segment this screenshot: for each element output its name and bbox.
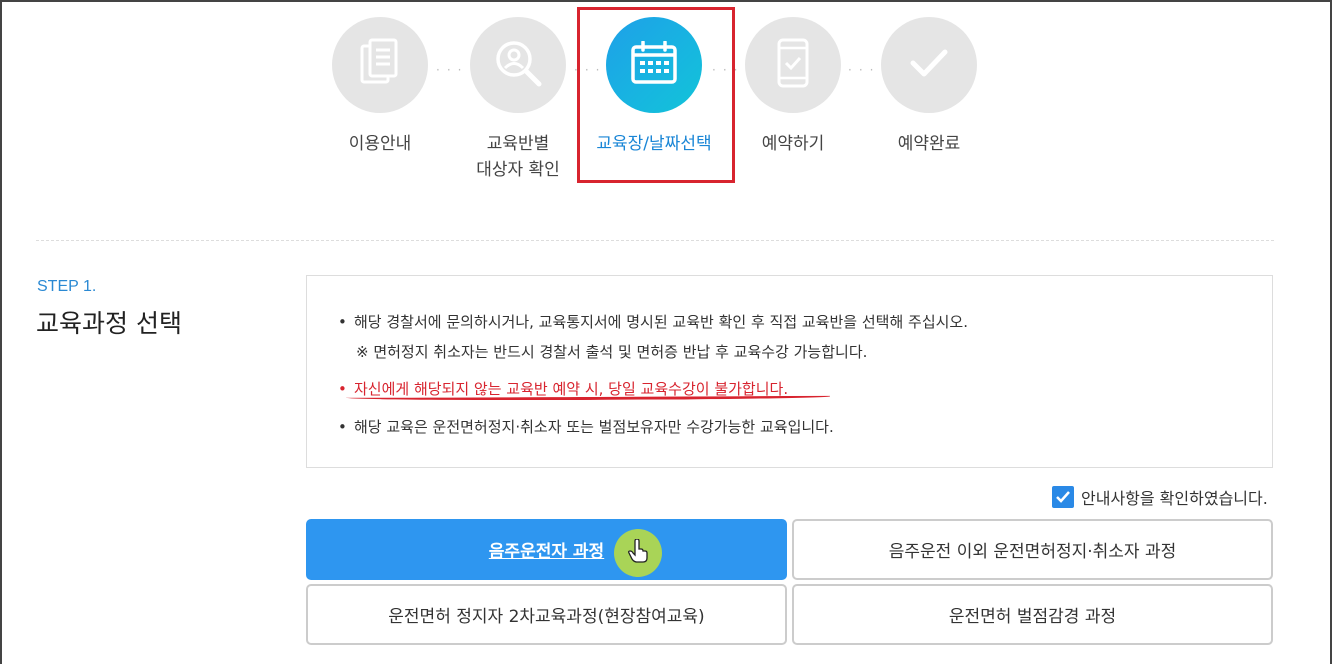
step-reservation[interactable]: 예약하기 [745, 17, 841, 154]
step-number: STEP 1. [37, 278, 97, 295]
step-label: 예약완료 [897, 134, 961, 154]
step-circle [881, 17, 977, 113]
notice-subitem: ※ 면허정지 취소자는 반드시 경찰서 출석 및 면허증 반납 후 교육수강 가… [356, 343, 868, 361]
cursor-highlight [614, 529, 662, 577]
step-circle [745, 17, 841, 113]
course-penalty-reduction-button[interactable]: 운전면허 벌점감경 과정 [792, 584, 1273, 645]
step-guide[interactable]: 이용안내 [332, 17, 428, 154]
notice-item: • 해당 교육은 운전면허정지·취소자 또는 벌점보유자만 수강가능한 교육입니다… [338, 418, 834, 436]
hand-pointer-icon [628, 538, 648, 567]
step-circle [332, 17, 428, 113]
check-icon [1055, 488, 1071, 507]
step-separator: ··· [848, 63, 881, 77]
phone-check-icon [776, 38, 810, 92]
notice-box [306, 275, 1273, 468]
confirm-checkbox-row[interactable]: 안내사항을 확인하였습니다. [1052, 485, 1268, 509]
course-second-education-button[interactable]: 운전면허 정지자 2차교육과정(현장참여교육) [306, 584, 787, 645]
step-complete[interactable]: 예약완료 [881, 17, 977, 154]
confirm-label: 안내사항을 확인하였습니다. [1081, 489, 1268, 508]
section-divider [36, 240, 1274, 241]
course-drunk-driving-button[interactable]: 음주운전자 과정 [306, 519, 787, 580]
step-circle [470, 17, 566, 113]
step-target-check[interactable]: 교육반별 대상자 확인 [470, 17, 566, 180]
section-title: 교육과정 선택 [36, 309, 182, 338]
notice-item: • 해당 경찰서에 문의하시거나, 교육통지서에 명시된 교육반 확인 후 직접 … [338, 313, 968, 331]
document-icon [358, 38, 402, 92]
confirm-checkbox[interactable] [1052, 486, 1074, 508]
person-search-icon [492, 37, 544, 93]
current-step-highlight [577, 7, 735, 183]
checkmark-icon [909, 48, 949, 82]
step-separator: ··· [436, 63, 469, 77]
course-suspension-revocation-button[interactable]: 음주운전 이외 운전면허정지·취소자 과정 [792, 519, 1273, 580]
